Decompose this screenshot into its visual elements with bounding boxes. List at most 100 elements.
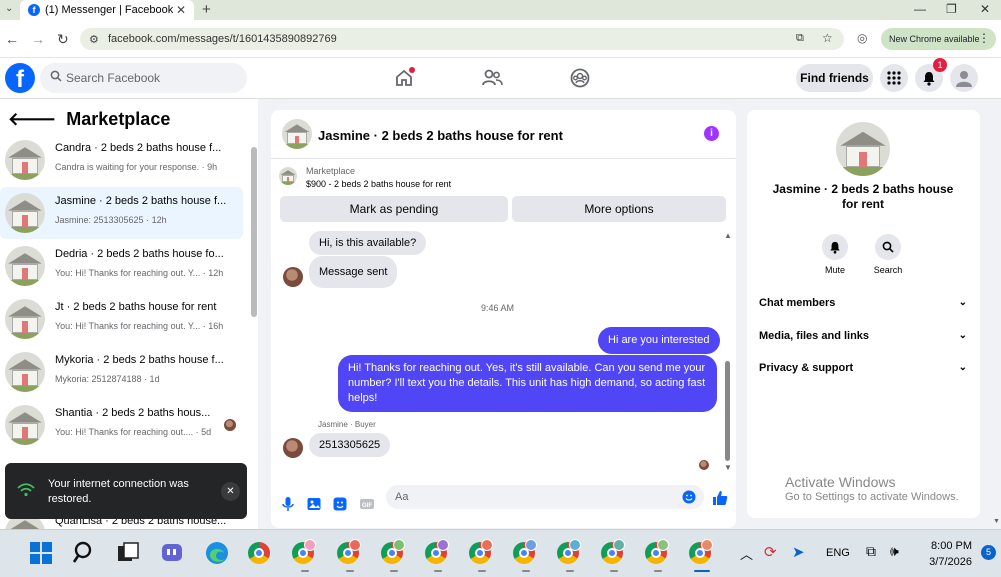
page-scroll-down-icon[interactable]: ▼	[993, 518, 1000, 525]
chrome-profile-icon[interactable]	[381, 539, 407, 568]
tab-close-icon[interactable]: ✕	[176, 3, 186, 17]
chat-members-section[interactable]: Chat members ⌄	[759, 297, 967, 309]
seen-avatar	[699, 460, 709, 470]
activate-windows-watermark: Activate Windows Go to Settings to activ…	[785, 474, 959, 503]
gif-icon[interactable]: GIF	[359, 496, 375, 512]
input-language[interactable]: ENG	[826, 547, 850, 559]
minimize-icon[interactable]: —	[914, 2, 926, 16]
message-timestamp: 9:46 AM	[481, 303, 515, 313]
toast-close-icon[interactable]: ✕	[221, 482, 240, 501]
chat-scrollbar[interactable]	[725, 361, 730, 461]
volume-icon[interactable]: 🕪	[890, 543, 899, 560]
site-info-icon[interactable]: ⚙	[89, 33, 99, 46]
chrome-profile-icon[interactable]	[645, 539, 671, 568]
section-label: Chat members	[759, 297, 836, 309]
back-arrow-icon[interactable]: 🡐	[8, 109, 56, 130]
bookmark-star-icon[interactable]: ☆	[822, 31, 833, 45]
url-text: facebook.com/messages/t/1601435890892769	[108, 33, 337, 45]
chrome-profile-icon[interactable]	[292, 539, 318, 568]
message-input[interactable]: Aa	[386, 485, 704, 509]
chrome-profile-icon[interactable]	[425, 539, 451, 568]
chrome-icon[interactable]	[248, 542, 274, 568]
sticker-icon[interactable]	[332, 496, 348, 512]
send-icon[interactable]: ➤	[792, 543, 805, 561]
show-hidden-icons-icon[interactable]: ︿	[740, 544, 753, 563]
back-icon[interactable]: ←	[5, 31, 19, 47]
tab-search-icon[interactable]: ⌄	[5, 3, 13, 14]
groups-icon[interactable]	[569, 67, 591, 89]
home-icon[interactable]	[393, 67, 415, 89]
listing-thumbnail	[5, 140, 45, 180]
menu-grid-button[interactable]	[880, 64, 908, 92]
windows-start-icon[interactable]	[28, 540, 54, 566]
find-friends-button[interactable]: Find friends	[796, 64, 873, 92]
message-input-placeholder: Aa	[395, 491, 409, 503]
scroll-up-icon[interactable]: ▲	[724, 231, 732, 240]
contact-avatar[interactable]	[283, 438, 303, 458]
conversation-item[interactable]: Jasmine · 2 beds 2 baths house f... Jasm…	[0, 187, 243, 239]
conversation-item[interactable]: Jt · 2 beds 2 baths house for rent You: …	[0, 293, 243, 345]
sender-label: Jasmine · Buyer	[318, 420, 376, 429]
conversation-list-scrollbar[interactable]	[251, 147, 257, 317]
chrome-profile-icon[interactable]	[469, 539, 495, 568]
search-conversation-button[interactable]: Search	[863, 234, 913, 275]
info-icon[interactable]: i	[704, 126, 719, 141]
media-files-links-section[interactable]: Media, files and links ⌄	[759, 330, 967, 342]
facebook-logo[interactable]: f	[5, 63, 35, 93]
new-chrome-available-button[interactable]: New Chrome available ⋮	[881, 28, 996, 50]
edge-icon[interactable]	[204, 540, 230, 566]
forward-icon[interactable]: →	[31, 31, 45, 47]
listing-price[interactable]: $900 - 2 beds 2 baths house for rent	[306, 179, 451, 189]
task-view-icon[interactable]	[115, 540, 141, 566]
bell-icon	[923, 71, 935, 86]
search-placeholder: Search Facebook	[66, 71, 161, 85]
contact-avatar[interactable]	[283, 267, 303, 287]
cast-icon[interactable]: ⧉	[796, 32, 804, 45]
microphone-icon[interactable]	[280, 496, 296, 512]
conversation-item[interactable]: Dedria · 2 beds 2 baths house fo... You:…	[0, 240, 243, 292]
friends-icon[interactable]	[481, 67, 503, 89]
more-options-button[interactable]: More options	[512, 196, 726, 222]
message-thread: Hi, is this available? Message sent 9:46…	[271, 231, 736, 481]
clock[interactable]: 8:00 PM 3/7/2026	[920, 538, 972, 570]
chrome-profile-icon[interactable]	[689, 539, 715, 568]
facebook-search-input[interactable]: Search Facebook	[40, 63, 247, 93]
new-tab-icon[interactable]: +	[202, 1, 211, 18]
scroll-down-icon[interactable]: ▼	[724, 463, 732, 472]
conversation-item[interactable]: Mykoria · 2 beds 2 baths house f... Myko…	[0, 346, 243, 398]
chrome-profile-icon[interactable]	[601, 539, 627, 568]
chat-title[interactable]: Jasmine · 2 beds 2 baths house for rent	[318, 128, 563, 143]
conversation-item[interactable]: Candra · 2 beds 2 baths house f... Candr…	[0, 134, 243, 186]
tab-title: (1) Messenger | Facebook	[45, 4, 174, 16]
message-composer: GIF Aa	[271, 482, 736, 528]
address-bar[interactable]: ⚙ facebook.com/messages/t/16014358908927…	[80, 28, 844, 50]
network-icon[interactable]: ⧉	[866, 543, 876, 560]
photo-icon[interactable]	[306, 496, 322, 512]
privacy-support-section[interactable]: Privacy & support ⌄	[759, 362, 967, 374]
profile-icon[interactable]: ◎	[857, 31, 867, 45]
menu-kebab-icon[interactable]: ⋮	[978, 31, 990, 45]
grid-icon	[887, 71, 901, 85]
sync-icon[interactable]: ⟳	[764, 543, 777, 561]
close-window-icon[interactable]: ✕	[980, 2, 990, 16]
mute-button[interactable]: Mute	[810, 234, 860, 275]
teams-chat-icon[interactable]	[159, 540, 185, 566]
conversation-item[interactable]: Shantia · 2 beds 2 baths hous... You: Hi…	[0, 399, 243, 451]
browser-tab[interactable]: f (1) Messenger | Facebook ✕	[20, 0, 194, 20]
chat-thumbnail[interactable]	[282, 119, 312, 149]
clock-time: 8:00 PM	[931, 540, 972, 552]
reload-icon[interactable]: ↻	[57, 31, 69, 48]
chrome-profile-icon[interactable]	[513, 539, 539, 568]
wifi-icon	[17, 483, 35, 497]
account-avatar-button[interactable]	[950, 64, 978, 92]
notification-count-badge[interactable]: 5	[981, 545, 996, 560]
chrome-profile-icon[interactable]	[557, 539, 583, 568]
mark-as-pending-button[interactable]: Mark as pending	[280, 196, 508, 222]
maximize-icon[interactable]: ❐	[946, 2, 957, 16]
search-icon[interactable]	[72, 540, 98, 566]
listing-thumbnail	[5, 405, 45, 445]
emoji-icon[interactable]	[682, 490, 696, 504]
listing-source: Marketplace	[306, 166, 356, 176]
chrome-profile-icon[interactable]	[337, 539, 363, 568]
thumbs-up-icon[interactable]	[711, 489, 729, 507]
